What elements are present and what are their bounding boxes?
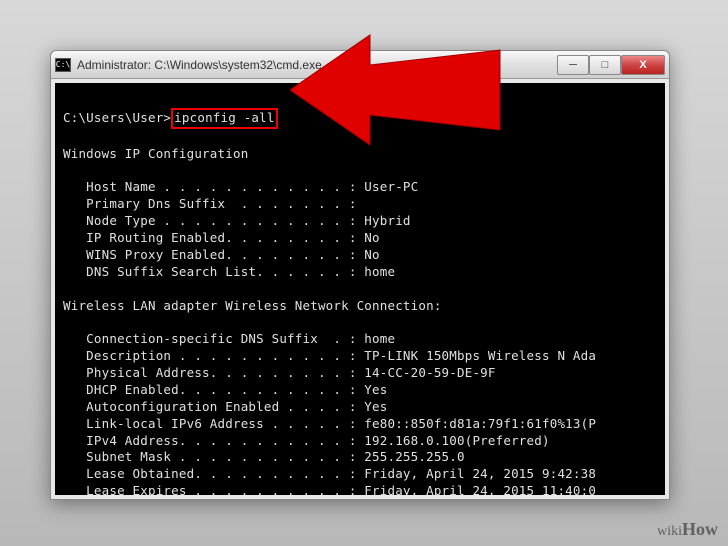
cmd-window: C:\ Administrator: C:\Windows\system32\c…	[50, 50, 670, 500]
console-output[interactable]: C:\Users\User>ipconfig -all Windows IP C…	[55, 83, 665, 495]
watermark-prefix: wiki	[657, 524, 682, 539]
maximize-button[interactable]: □	[589, 55, 621, 75]
watermark: wikiHow	[657, 519, 718, 540]
cmd-icon: C:\	[55, 58, 71, 72]
watermark-suffix: How	[682, 519, 718, 539]
window-title: Administrator: C:\Windows\system32\cmd.e…	[77, 58, 557, 72]
command-highlight: ipconfig -all	[171, 108, 277, 129]
close-button[interactable]: X	[621, 55, 665, 75]
prompt-text: C:\Users\User>	[63, 110, 171, 125]
minimize-button[interactable]: ─	[557, 55, 589, 75]
titlebar[interactable]: C:\ Administrator: C:\Windows\system32\c…	[51, 51, 669, 79]
window-controls: ─ □ X	[557, 55, 665, 75]
